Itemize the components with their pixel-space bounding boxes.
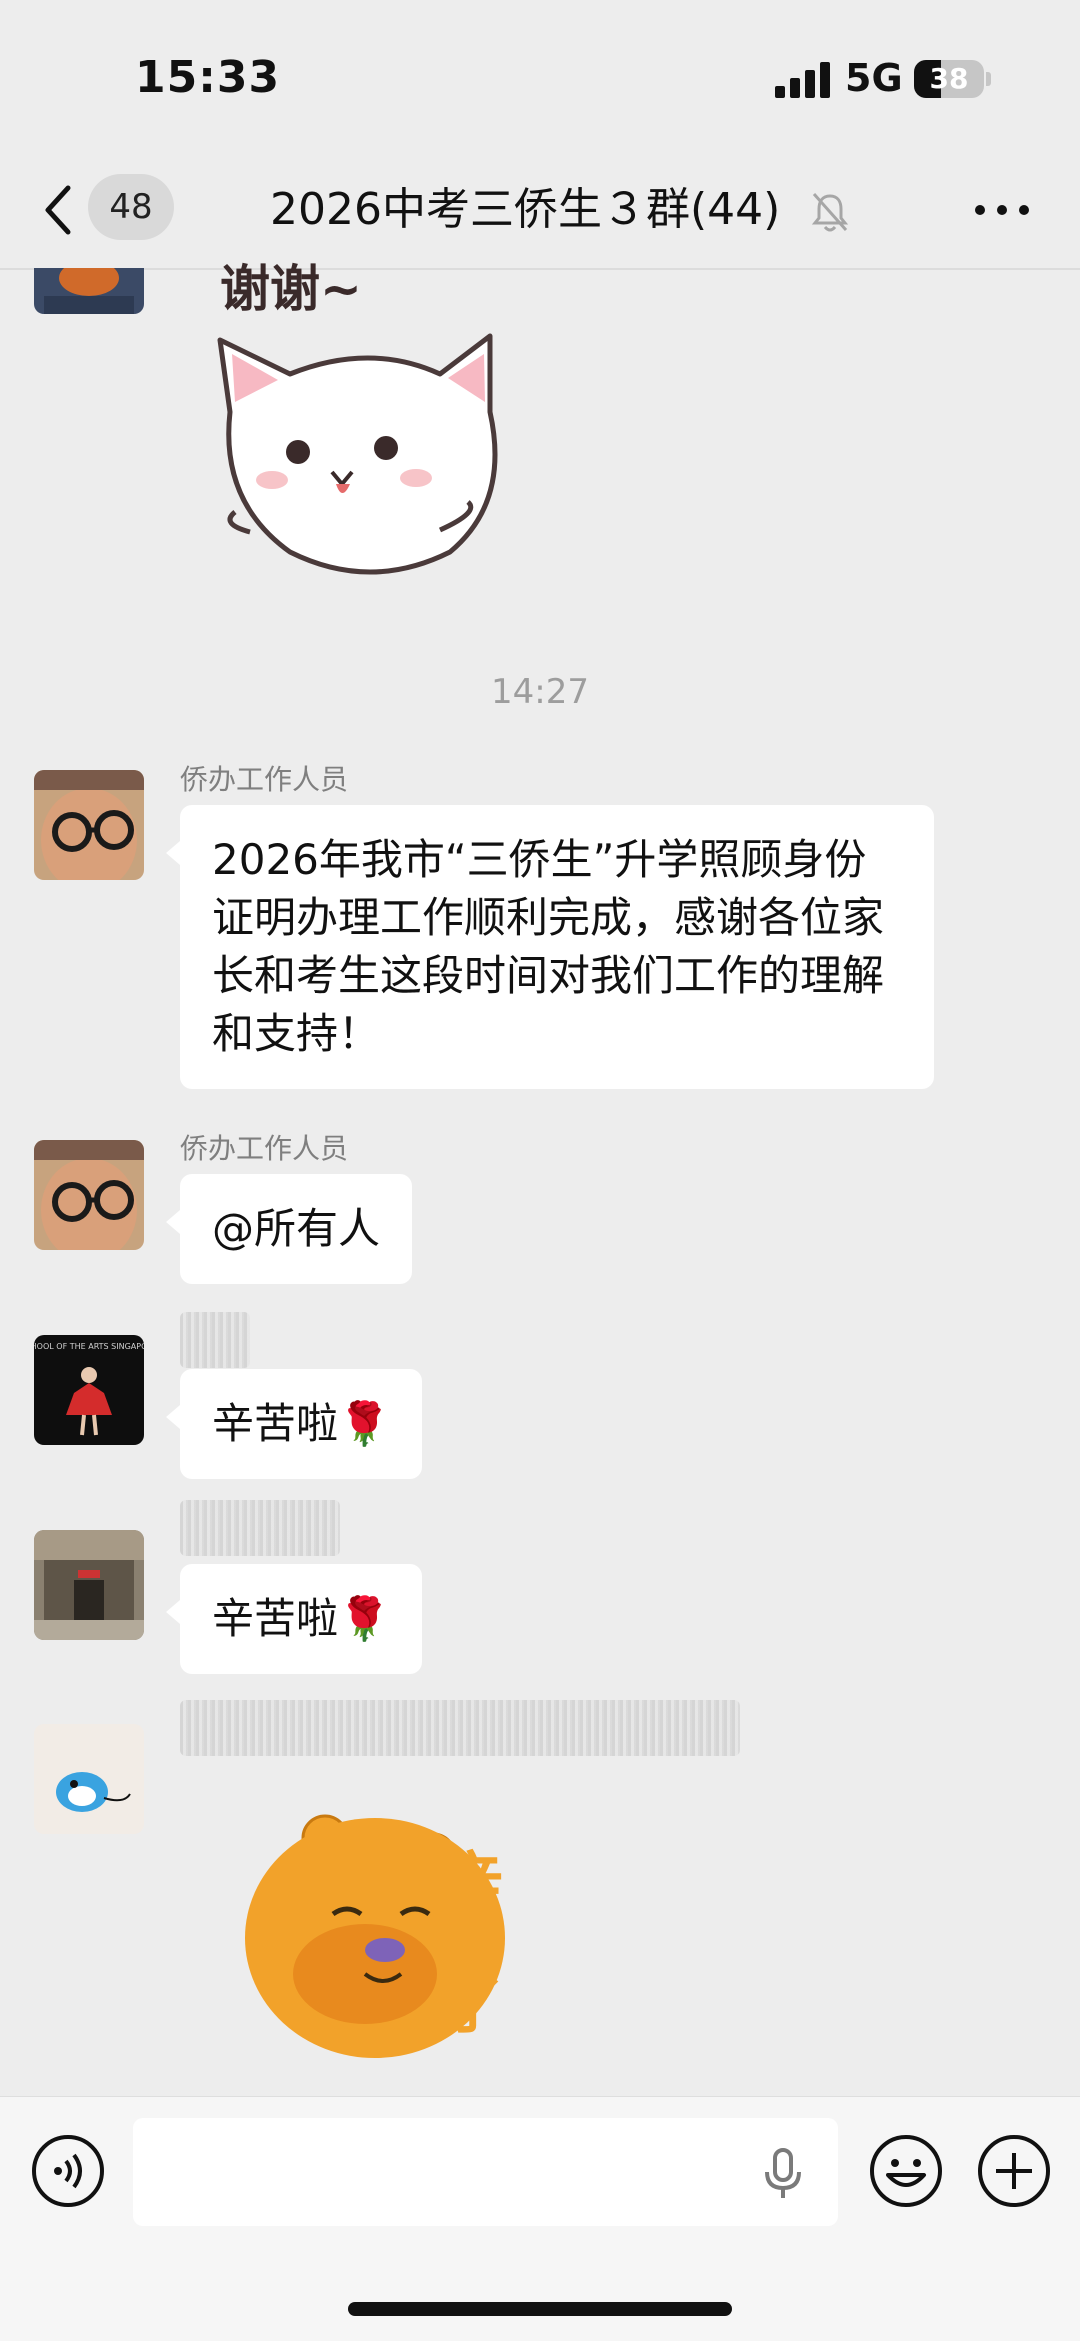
blurred-sender-name <box>180 1700 740 1756</box>
message-bubble[interactable]: 辛苦啦🌹 <box>165 1564 423 1674</box>
sender-name: 侨办工作人员 <box>180 763 349 796</box>
avatar-sender-qiaoban[interactable] <box>34 1140 144 1250</box>
smiley-icon[interactable] <box>868 2133 944 2209</box>
blurred-sender-name <box>180 1312 250 1368</box>
status-bar: 15:33 5G 38 <box>0 0 1080 150</box>
sender-name: 侨办工作人员 <box>180 1132 349 1165</box>
microphone-icon[interactable] <box>759 2146 807 2202</box>
status-time: 15:33 <box>135 52 281 103</box>
plus-circle-icon[interactable] <box>976 2133 1052 2209</box>
more-dots-icon[interactable] <box>972 198 1032 222</box>
signal-icon <box>775 62 830 98</box>
battery-icon: 38 <box>914 60 984 98</box>
network-type: 5G <box>845 56 903 100</box>
avatar-partial[interactable] <box>34 268 144 314</box>
sticker-caption: 谢谢~ <box>220 262 362 318</box>
message-bubble[interactable]: 辛苦啦🌹 <box>165 1369 423 1479</box>
home-indicator <box>348 2302 732 2316</box>
message-input[interactable] <box>133 2118 838 2226</box>
avatar-badge-text: SCHOOL OF THE ARTS SINGAPORE <box>34 1342 144 1351</box>
time-divider: 14:27 <box>491 672 589 712</box>
battery-cap <box>986 72 991 86</box>
bear-sticker[interactable]: 辛苦了 <box>195 1778 555 2096</box>
voice-wave-icon[interactable] <box>30 2133 106 2209</box>
message-bubble[interactable]: @所有人 <box>165 1174 413 1284</box>
message-bubble[interactable]: 2026年我市“三侨生”升学照顾身份证明办理工作顺利完成，感谢各位家长和考生这段… <box>166 805 934 1089</box>
avatar-sender-qiaoban[interactable] <box>34 770 144 880</box>
back-chevron-icon[interactable] <box>38 180 78 240</box>
avatar-user-2[interactable] <box>34 1530 144 1640</box>
chat-header: 48 2026中考三侨生３群(44) <box>0 150 1080 270</box>
chat-title: 2026中考三侨生３群(44) <box>270 184 781 235</box>
avatar-user-1[interactable]: SCHOOL OF THE ARTS SINGAPORE <box>34 1335 144 1445</box>
unread-count-badge[interactable]: 48 <box>88 174 174 240</box>
avatar-user-3[interactable] <box>34 1724 144 1834</box>
cat-sticker[interactable]: 谢谢~ <box>190 262 550 602</box>
bell-off-icon <box>811 193 849 232</box>
battery-level: 38 <box>929 62 969 95</box>
blurred-sender-name <box>180 1500 340 1556</box>
